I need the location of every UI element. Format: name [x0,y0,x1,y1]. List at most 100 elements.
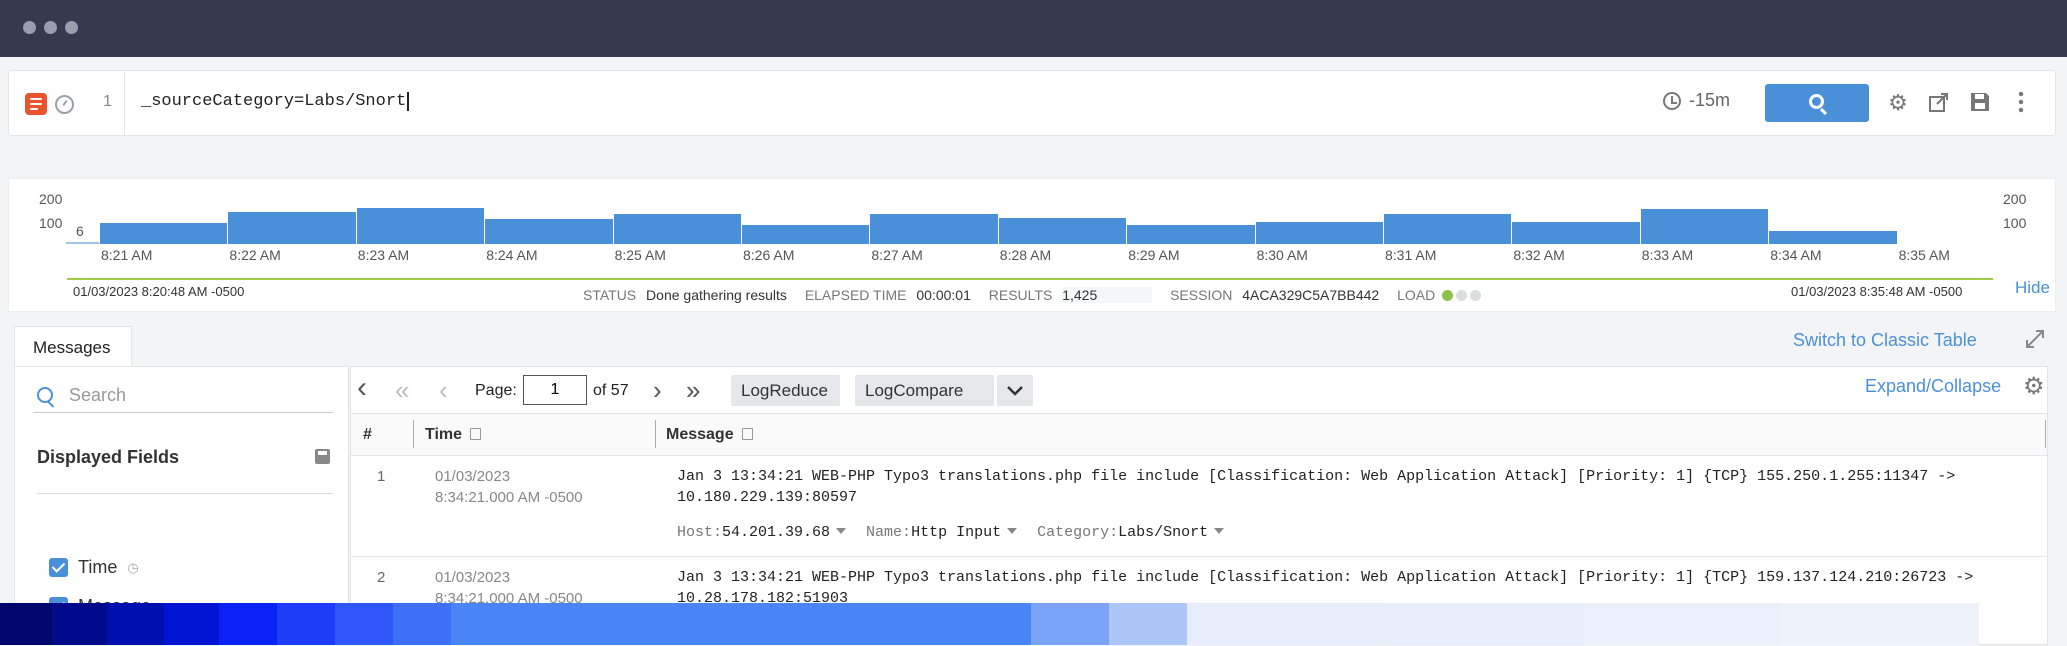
checkbox-time[interactable] [49,558,68,577]
elapsed-value: 00:00:01 [916,287,971,303]
results-value: 1,425 [1062,287,1153,303]
column-header-message[interactable]: Message [666,426,753,444]
hide-histogram-link[interactable]: Hide [2015,278,2050,298]
window-close-dot[interactable] [23,21,36,34]
query-line-number: 1 [103,93,112,110]
palette-swatch [1109,603,1187,645]
logreduce-button[interactable]: LogReduce [731,375,840,406]
share-icon[interactable] [1927,91,1951,115]
time-axis-label: 8:34 AM [1770,247,1822,263]
histogram-bar[interactable] [1127,224,1255,244]
palette-swatch [509,603,567,645]
column-resize-handle[interactable] [655,420,656,448]
table-row[interactable]: 1 01/03/2023 8:34:21.000 AM -0500 Jan 3 … [351,456,2047,557]
name-field[interactable]: Name:Http Input [866,524,1018,541]
y-axis-tick-right-200: 200 [2003,191,2027,207]
logcompare-dropdown[interactable] [997,375,1033,406]
expand-collapse-link[interactable]: Expand/Collapse [1865,376,2001,397]
collapse-panel-icon[interactable]: ‹ [357,373,367,403]
column-header-time-label: Time [425,426,463,443]
next-page-icon[interactable]: › [653,377,662,403]
recent-searches-icon[interactable] [55,95,74,114]
histogram-bar[interactable] [1512,221,1640,244]
palette-swatch [857,603,915,645]
row-number: 1 [377,468,386,485]
palette-swatch [1583,603,1781,645]
tab-messages[interactable]: Messages [14,326,132,366]
palette-swatch [567,603,625,645]
previous-page-icon[interactable]: ‹ [439,377,448,403]
expand-icon[interactable] [2025,329,2045,349]
column-resize-handle[interactable] [2045,420,2046,448]
last-page-icon[interactable]: » [686,377,700,403]
session-value: 4ACA329C5A7BB442 [1242,287,1380,303]
histogram-bar[interactable] [1384,214,1512,244]
search-icon [1809,94,1824,109]
more-options-icon[interactable] [2009,91,2033,115]
window-minimize-dot[interactable] [44,21,57,34]
histogram-bar[interactable] [100,223,228,244]
logcompare-button[interactable]: LogCompare [855,375,994,406]
histogram-bar[interactable] [1769,231,1897,244]
time-range-picker[interactable]: -15m [1663,90,1730,111]
histogram-bar[interactable] [998,218,1127,244]
displayed-fields-heading: Displayed Fields [37,447,180,467]
query-editor[interactable]: _sourceCategory=Labs/Snort [141,92,410,111]
column-header-time[interactable]: Time [425,426,482,444]
copy-icon[interactable] [741,428,753,440]
y-axis-tick-left-100: 100 [39,215,63,231]
time-range-value: -15m [1689,90,1731,110]
switch-to-classic-table-link[interactable]: Switch to Classic Table [1793,330,1977,351]
histogram-bar[interactable] [613,214,741,244]
histogram-panel: 200 100 200 100 6 8:21 AM 8:22 AM 8:23 AM 8… [8,178,2056,312]
time-axis-label: 8:25 AM [614,247,666,263]
copy-icon[interactable] [470,428,482,440]
gear-icon[interactable]: ⚙ [2023,375,2045,399]
column-resize-handle[interactable] [413,420,414,448]
time-axis-label: 8:32 AM [1513,247,1565,263]
palette-swatch [741,603,799,645]
palette-swatch [277,603,335,645]
palette-swatch [335,603,393,645]
palette-swatch [973,603,1031,645]
time-axis-label: 8:30 AM [1256,247,1308,263]
status-bar: STATUS Done gathering results ELAPSED TI… [583,287,1482,303]
save-icon[interactable] [1968,91,1992,115]
histogram-bar[interactable] [66,242,99,244]
histogram-bar[interactable] [870,214,998,244]
row-time: 01/03/2023 8:34:21.000 AM -0500 [435,466,583,508]
caret-down-icon [836,528,847,534]
time-axis-label: 8:21 AM [101,247,153,263]
field-time[interactable]: Time ◷ [49,557,139,578]
first-page-icon[interactable]: « [395,377,409,403]
range-start-time: 01/03/2023 8:20:48 AM -0500 [73,284,245,299]
gear-icon[interactable]: ⚙ [1886,91,1910,115]
column-header-num: # [363,426,372,443]
field-search[interactable] [33,381,333,413]
category-field[interactable]: Category:Labs/Snort [1037,524,1225,541]
host-field[interactable]: Host:54.201.39.68 [677,524,847,541]
load-dot [1456,290,1468,301]
search-button[interactable] [1765,84,1869,122]
histogram-bar[interactable] [1255,221,1383,244]
histogram-bar[interactable] [742,224,870,244]
palette-swatch [683,603,741,645]
field-search-input[interactable] [69,385,329,406]
page-number-input[interactable] [523,375,587,405]
log-search-icon[interactable] [25,93,47,115]
session-label: SESSION [1170,287,1233,303]
histogram-bar[interactable] [356,207,485,244]
column-header-message-label: Message [666,426,734,443]
save-fields-icon[interactable] [315,449,330,464]
search-icon [37,387,53,403]
range-end-time: 01/03/2023 8:35:48 AM -0500 [1791,284,1963,299]
histogram-bar[interactable] [485,219,613,244]
palette-swatch [107,603,164,645]
time-axis-label: 8:27 AM [871,247,923,263]
palette-swatch [915,603,973,645]
time-axis-label: 8:35 AM [1898,247,1950,263]
row-metadata: Host:54.201.39.68 Name:Http Input Catego… [677,524,1225,541]
histogram-bar[interactable] [228,211,356,244]
window-maximize-dot[interactable] [65,21,78,34]
histogram-bar[interactable] [1640,208,1769,244]
